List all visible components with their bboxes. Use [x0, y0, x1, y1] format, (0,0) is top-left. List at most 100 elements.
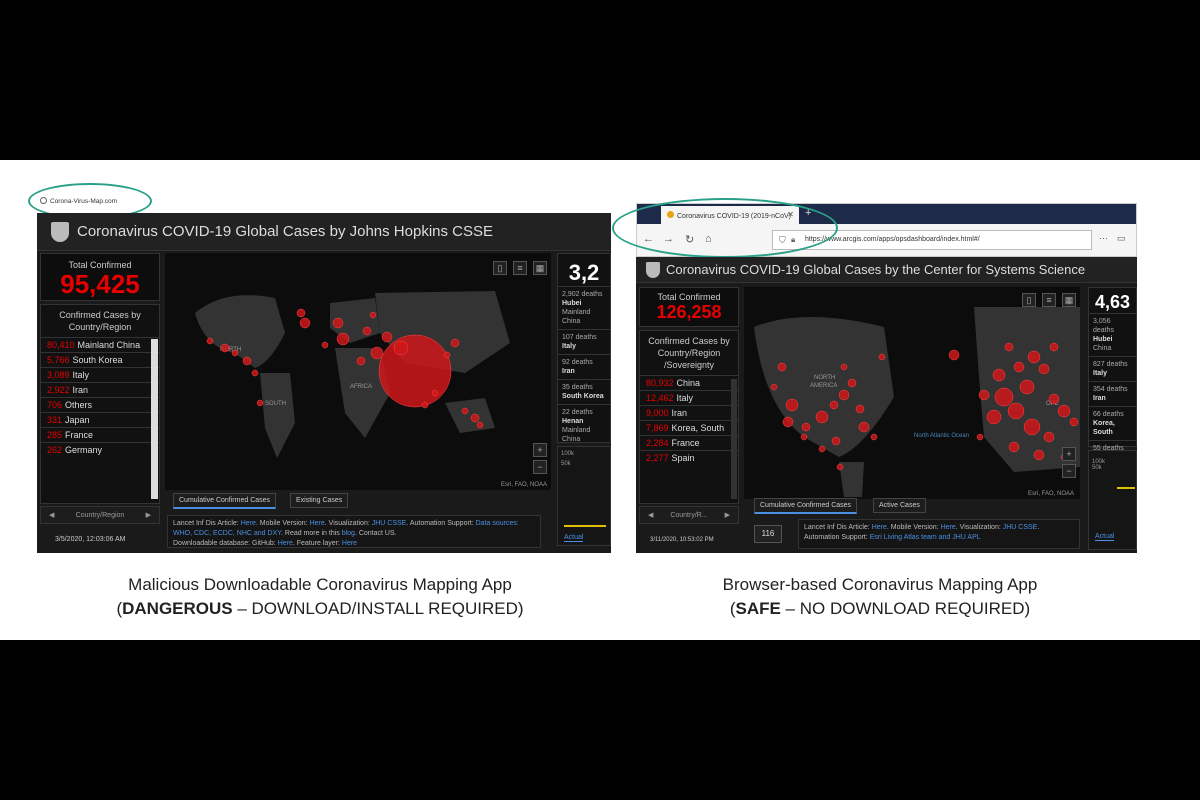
case-bubble[interactable] — [829, 400, 839, 410]
case-bubble[interactable] — [777, 362, 787, 372]
list-item[interactable]: 706 Others — [41, 397, 159, 412]
list-item[interactable]: 7,869 Korea, South — [640, 420, 738, 435]
tab-existing-cases[interactable]: Existing Cases — [290, 493, 349, 508]
link-mobile[interactable]: Here — [310, 520, 325, 527]
case-bubble[interactable] — [1043, 431, 1055, 443]
case-bubble[interactable] — [976, 433, 984, 441]
case-bubble[interactable] — [1023, 418, 1041, 436]
deaths-item[interactable]: 354 deaths Iran — [1089, 381, 1136, 406]
case-bubble[interactable] — [831, 436, 841, 446]
case-bubble[interactable] — [461, 407, 469, 415]
case-bubble[interactable] — [1004, 342, 1014, 352]
deaths-item[interactable]: 35 deaths South Korea — [558, 379, 610, 404]
case-bubble[interactable] — [393, 340, 409, 356]
case-bubble[interactable] — [870, 433, 878, 441]
list-item[interactable]: 9,000 Iran — [640, 405, 738, 420]
case-bubble[interactable] — [801, 422, 811, 432]
basemap-icon[interactable]: ▦ — [533, 261, 547, 275]
list-pager[interactable]: ◀ Country/R... ▶ — [639, 506, 739, 524]
case-bubble[interactable] — [1008, 441, 1020, 453]
list-item[interactable]: 262 Germany — [41, 442, 159, 457]
case-bubble[interactable] — [256, 399, 264, 407]
case-bubble[interactable] — [381, 331, 393, 343]
bookmark-icon[interactable]: ▯ — [1022, 293, 1036, 307]
case-bubble[interactable] — [1049, 342, 1059, 352]
case-bubble[interactable] — [1048, 393, 1060, 405]
deaths-item[interactable]: 107 deaths Italy — [558, 329, 610, 354]
case-bubble[interactable] — [1027, 350, 1041, 364]
case-bubble[interactable] — [1057, 404, 1071, 418]
case-bubble[interactable] — [1007, 402, 1025, 420]
deaths-item[interactable]: 22 deaths Henan Mainland China — [558, 404, 610, 447]
case-bubble[interactable] — [818, 445, 826, 453]
case-bubble[interactable] — [242, 356, 252, 366]
case-bubble[interactable] — [369, 311, 377, 319]
case-bubble[interactable] — [1033, 449, 1045, 461]
link-blog[interactable]: blog — [342, 530, 355, 537]
deaths-item[interactable]: 92 deaths Iran — [558, 354, 610, 379]
list-item[interactable]: 331 Japan — [41, 412, 159, 427]
case-bubble[interactable] — [476, 421, 484, 429]
link-automation[interactable]: Esri Living Atlas team and JHU APL — [870, 534, 981, 541]
tab-cumulative-cases[interactable]: Cumulative Confirmed Cases — [754, 498, 858, 514]
link-github[interactable]: Here — [278, 540, 293, 547]
case-bubble[interactable] — [838, 389, 850, 401]
case-bubble[interactable] — [220, 343, 230, 353]
deaths-item[interactable]: 3,056 deaths Hubei China — [1089, 313, 1136, 356]
deaths-item[interactable]: 827 deaths Italy — [1089, 356, 1136, 381]
country-list[interactable]: Confirmed Cases by Country/Region 80,410… — [40, 304, 160, 504]
case-bubble[interactable] — [858, 421, 870, 433]
world-map[interactable]: NORTH AMERICA North Atlantic Ocean OPE ▯… — [744, 287, 1080, 499]
more-icon[interactable]: ··· — [1099, 233, 1108, 243]
case-bubble[interactable] — [321, 341, 329, 349]
tab-cumulative-cases[interactable]: Cumulative Confirmed Cases — [173, 493, 277, 509]
list-scrollbar[interactable] — [151, 339, 158, 499]
case-bubble[interactable] — [1069, 417, 1079, 427]
list-item[interactable]: 80,410 Mainland China — [41, 337, 159, 352]
list-item[interactable]: 5,766 South Korea — [41, 352, 159, 367]
case-bubble[interactable] — [206, 337, 214, 345]
case-bubble[interactable] — [836, 463, 844, 471]
link-article[interactable]: Here — [872, 524, 887, 531]
case-bubble[interactable] — [840, 363, 848, 371]
world-map[interactable]: NORTH SOUTH AFRICA ▯ ≡ ▦ + − Esri, FAO, … — [165, 253, 551, 490]
list-item[interactable]: 12,462 Italy — [640, 390, 738, 405]
case-bubble[interactable] — [1013, 361, 1025, 373]
next-arrow-icon[interactable]: ▶ — [146, 511, 151, 519]
case-bubble[interactable] — [855, 404, 865, 414]
case-bubble[interactable] — [815, 410, 829, 424]
list-item[interactable]: 2,284 France — [640, 435, 738, 450]
link-jhu[interactable]: JHU CSSE — [372, 520, 407, 527]
case-bubble[interactable] — [470, 413, 480, 423]
link-jhu[interactable]: JHU CSSE — [1003, 524, 1038, 531]
pocket-icon[interactable]: ▭ — [1117, 233, 1126, 244]
case-bubble[interactable] — [948, 349, 960, 361]
deaths-item[interactable]: 66 deaths Korea, South — [1089, 406, 1136, 440]
case-bubble[interactable] — [231, 349, 239, 357]
case-bubble[interactable] — [785, 398, 799, 412]
case-bubble[interactable] — [800, 433, 808, 441]
case-bubble[interactable] — [992, 368, 1006, 382]
case-bubble[interactable] — [421, 401, 429, 409]
zoom-out-button[interactable]: − — [533, 460, 547, 474]
list-item[interactable]: 80,932 China — [640, 375, 738, 390]
case-bubble[interactable] — [251, 369, 259, 377]
tab-actual[interactable]: Actual — [1095, 533, 1115, 541]
link-mobile[interactable]: Here — [941, 524, 956, 531]
case-bubble[interactable] — [986, 409, 1002, 425]
deaths-item[interactable]: 2,902 deaths Hubei Mainland China — [558, 286, 610, 329]
case-bubble[interactable] — [336, 332, 350, 346]
list-icon[interactable]: ≡ — [513, 261, 527, 275]
country-list[interactable]: Confirmed Cases by Country/Region /Sover… — [639, 330, 739, 504]
list-item[interactable]: 2,277 Spain — [640, 450, 738, 465]
case-bubble[interactable] — [370, 346, 384, 360]
case-bubble[interactable] — [770, 383, 778, 391]
case-bubble[interactable] — [1019, 379, 1035, 395]
next-arrow-icon[interactable]: ▶ — [725, 511, 730, 519]
case-bubble[interactable] — [332, 317, 344, 329]
list-scrollbar[interactable] — [731, 379, 737, 499]
case-bubble[interactable] — [450, 338, 460, 348]
case-bubble[interactable] — [378, 334, 452, 408]
list-item[interactable]: 2,922 Iran — [41, 382, 159, 397]
tab-active-cases[interactable]: Active Cases — [873, 498, 926, 513]
